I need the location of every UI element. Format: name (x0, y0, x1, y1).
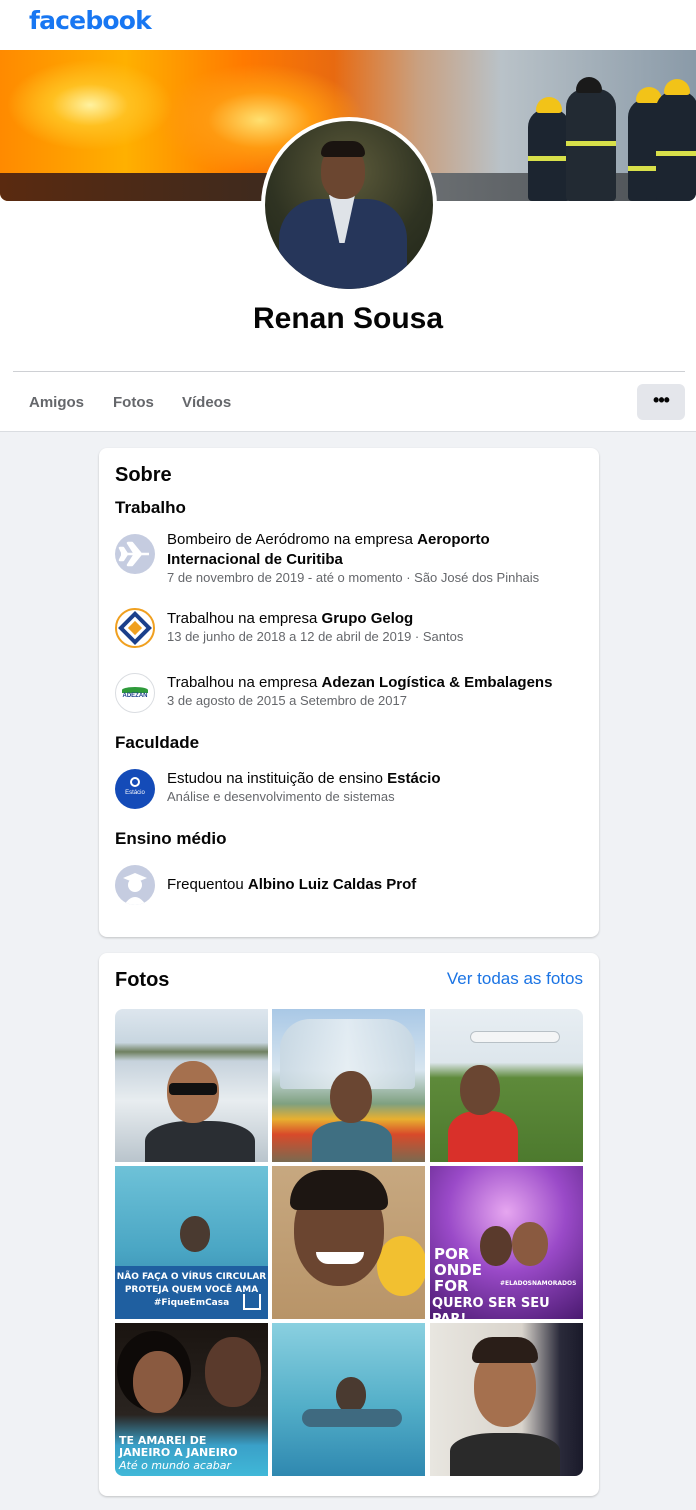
highschool-section-title: Ensino médio (115, 829, 227, 848)
sunglasses-icon (169, 1083, 217, 1095)
profile-header: Renan Sousa Amigos Fotos Vídeos ••• (0, 50, 696, 432)
smile (316, 1252, 364, 1264)
college-item-detail: Análise e desenvolvimento de sistemas (167, 789, 395, 804)
photo-thumbnail[interactable] (272, 1009, 425, 1162)
adezan-logo-icon: ADEZAN (115, 673, 155, 713)
college-item-school[interactable]: Estácio (387, 770, 440, 787)
work-item-3-detail: 3 de agosto de 2015 a Setembro de 2017 (167, 693, 407, 708)
firefighter-figure (656, 79, 696, 201)
profile-name: Renan Sousa (252, 302, 444, 335)
firefighter-figure (566, 77, 616, 201)
photo-subject-face (205, 1337, 261, 1407)
photo-caption: ONDE (434, 1261, 483, 1279)
work-item-1-role: Bombeiro de Aeródromo na empresa (167, 531, 418, 548)
photo-subject-hair (472, 1337, 538, 1363)
yellow-shape (377, 1236, 425, 1296)
profile-avatar[interactable] (261, 117, 437, 293)
photo-subject-face (180, 1216, 210, 1252)
photo-subject-body (145, 1121, 255, 1162)
photo-thumbnail[interactable] (272, 1166, 425, 1319)
tab-photos[interactable]: Fotos (113, 394, 154, 411)
highschool-item-school[interactable]: Albino Luiz Caldas Prof (248, 876, 416, 893)
gelog-logo-icon (115, 608, 155, 648)
work-item-1-detail: 7 de novembro de 2019 - até o momento · … (167, 570, 540, 585)
work-item-3-role: Trabalhou na empresa (167, 674, 322, 691)
more-options-button[interactable]: ••• (637, 384, 685, 420)
photo-thumbnail[interactable]: TE AMAREI DE JANEIRO A JANEIRO Até o mun… (115, 1323, 268, 1476)
work-item-1-text: Bombeiro de Aeródromo na empresa Aeropor… (167, 530, 587, 570)
photo-caption-tag: #ELADOSNAMORADOS (500, 1280, 577, 1287)
college-section-title: Faculdade (115, 733, 200, 752)
see-all-photos-link[interactable]: Ver todas as fotos (447, 969, 583, 989)
firefighter-figure (528, 97, 570, 201)
photo-caption: POR (434, 1245, 470, 1263)
airplane-in-photo (470, 1031, 560, 1043)
photo-thumbnail[interactable] (430, 1323, 583, 1476)
work-item-2-role: Trabalhou na empresa (167, 610, 322, 627)
photo-subject-face (460, 1065, 500, 1115)
photo-thumbnail[interactable]: POR ONDE FOR #ELADOSNAMORADOS QUERO SER … (430, 1166, 583, 1319)
college-item-prefix: Estudou na instituição de ensino (167, 770, 388, 787)
photo-thumbnail[interactable]: NÃO FAÇA O VÍRUS CIRCULAR PROTEJA QUEM V… (115, 1166, 268, 1319)
work-section-title: Trabalho (115, 498, 186, 517)
photos-title: Fotos (115, 969, 170, 991)
photo-caption: Até o mundo acabar (119, 1459, 231, 1472)
photo-caption: NÃO FAÇA O VÍRUS CIRCULAR (116, 1272, 267, 1282)
estacio-logo-icon: Estácio (115, 769, 155, 809)
header-divider (13, 371, 685, 372)
work-item-2-text: Trabalhou na empresa Grupo Gelog (167, 609, 587, 629)
work-item-2-detail: 13 de junho de 2018 a 12 de abril de 201… (167, 629, 464, 644)
adezan-logo-text: ADEZAN (122, 693, 148, 699)
tab-friends[interactable]: Amigos (29, 394, 84, 411)
photo-caption: FOR (434, 1277, 469, 1295)
about-card: Sobre Trabalho Bombeiro de Aeródromo na … (99, 448, 599, 937)
photo-subject-body (450, 1433, 560, 1476)
estacio-logo-text: Estácio (125, 790, 145, 796)
photos-card: Fotos Ver todas as fotos NÃO FAÇA O VÍRU… (99, 953, 599, 1496)
top-bar: facebook (0, 0, 696, 50)
avatar-hair (321, 141, 365, 157)
highschool-item-prefix: Frequentou (167, 876, 248, 893)
about-title: Sobre (115, 464, 172, 486)
photo-subject-face (133, 1351, 183, 1413)
college-item-text: Estudou na instituição de ensino Estácio (167, 769, 587, 789)
photo-subject-body (302, 1409, 402, 1427)
photo-subject-face (512, 1222, 548, 1266)
estacio-logo-mark (130, 777, 140, 787)
photo-subject-body (448, 1111, 518, 1162)
photo-thumbnail[interactable] (272, 1323, 425, 1476)
facebook-logo[interactable]: facebook (29, 6, 152, 35)
photo-subject-face (330, 1071, 372, 1123)
photo-caption: QUERO SER SEU PAR! (432, 1296, 550, 1319)
photo-thumbnail[interactable] (115, 1009, 268, 1162)
house-icon (243, 1294, 261, 1310)
photo-subject-face (336, 1377, 366, 1413)
photo-subject-hair (290, 1170, 388, 1210)
tab-videos[interactable]: Vídeos (182, 394, 231, 411)
airplane-icon (115, 534, 155, 574)
highschool-item-text: Frequentou Albino Luiz Caldas Prof (167, 875, 587, 895)
work-item-3-company[interactable]: Adezan Logística & Embalagens (322, 674, 553, 691)
graduation-cap-icon (115, 865, 155, 905)
work-item-3-text: Trabalhou na empresa Adezan Logística & … (167, 673, 587, 693)
photo-subject-face (480, 1226, 512, 1266)
photo-caption: JANEIRO A JANEIRO (119, 1446, 238, 1459)
photo-thumbnail[interactable] (430, 1009, 583, 1162)
work-item-2-company[interactable]: Grupo Gelog (322, 610, 414, 627)
photo-subject-body (312, 1121, 392, 1162)
